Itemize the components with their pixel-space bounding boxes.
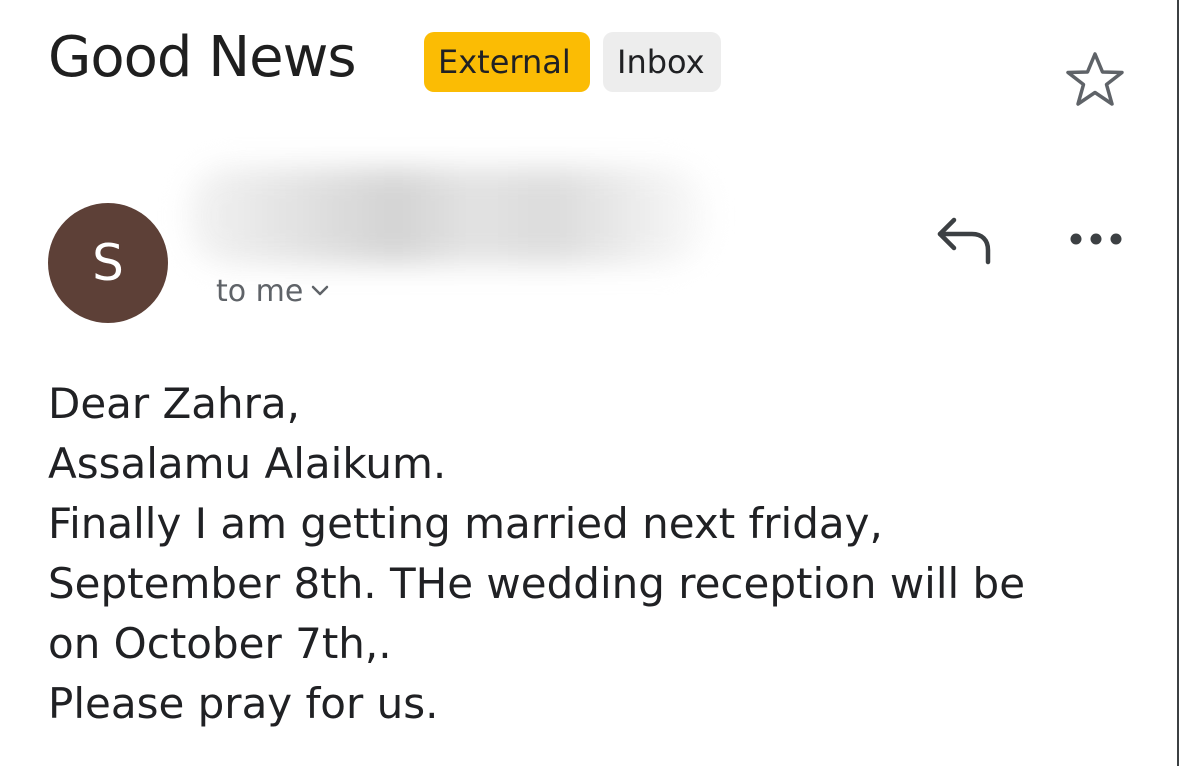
sender-avatar[interactable]: S	[48, 203, 168, 323]
body-greeting: Dear Zahra,	[48, 379, 301, 428]
body-closing: Please pray for us.	[48, 679, 439, 728]
body-line: on October 7th,.	[48, 619, 392, 668]
inbox-label-badge[interactable]: Inbox	[603, 32, 721, 92]
star-icon[interactable]	[1064, 50, 1126, 108]
more-options-icon[interactable]	[1066, 222, 1126, 256]
sender-name-redacted	[188, 168, 708, 264]
email-subject: Good News	[48, 25, 357, 90]
recipient-label: to me	[216, 274, 304, 309]
recipient-details-toggle[interactable]: to me	[216, 270, 329, 314]
email-body: Dear Zahra, Assalamu Alaikum. Finally I …	[48, 374, 1158, 734]
external-label-badge: External	[424, 32, 590, 92]
body-salutation: Assalamu Alaikum.	[48, 439, 447, 488]
reply-icon[interactable]	[934, 212, 996, 268]
chevron-down-icon	[312, 285, 329, 295]
body-line: September 8th. THe wedding reception wil…	[48, 559, 1026, 608]
body-line: Finally I am getting married next friday…	[48, 499, 883, 548]
